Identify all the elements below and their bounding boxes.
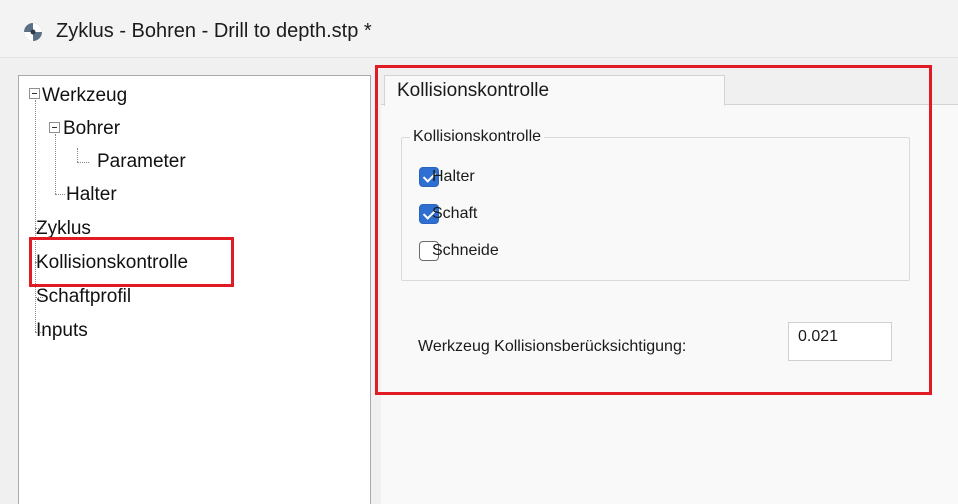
expander-werkzeug-icon[interactable] <box>29 88 40 99</box>
tree-item-halter[interactable]: Halter <box>66 182 117 208</box>
dialog-window: Zyklus - Bohren - Drill to depth.stp * W… <box>0 0 958 504</box>
tree-highlight-box <box>29 237 234 287</box>
window-title: Zyklus - Bohren - Drill to depth.stp * <box>56 20 372 42</box>
app-icon <box>22 21 44 43</box>
tree-item-inputs[interactable]: Inputs <box>36 318 88 344</box>
tree-item-schaftprofil[interactable]: Schaftprofil <box>36 284 131 310</box>
tree-item-parameter[interactable]: Parameter <box>97 149 186 175</box>
content-highlight-box <box>375 65 932 395</box>
expander-bohrer-icon[interactable] <box>49 122 60 133</box>
tree-item-bohrer[interactable]: Bohrer <box>63 116 120 142</box>
tree-item-werkzeug[interactable]: Werkzeug <box>42 83 127 109</box>
title-bar: Zyklus - Bohren - Drill to depth.stp * <box>0 0 958 58</box>
